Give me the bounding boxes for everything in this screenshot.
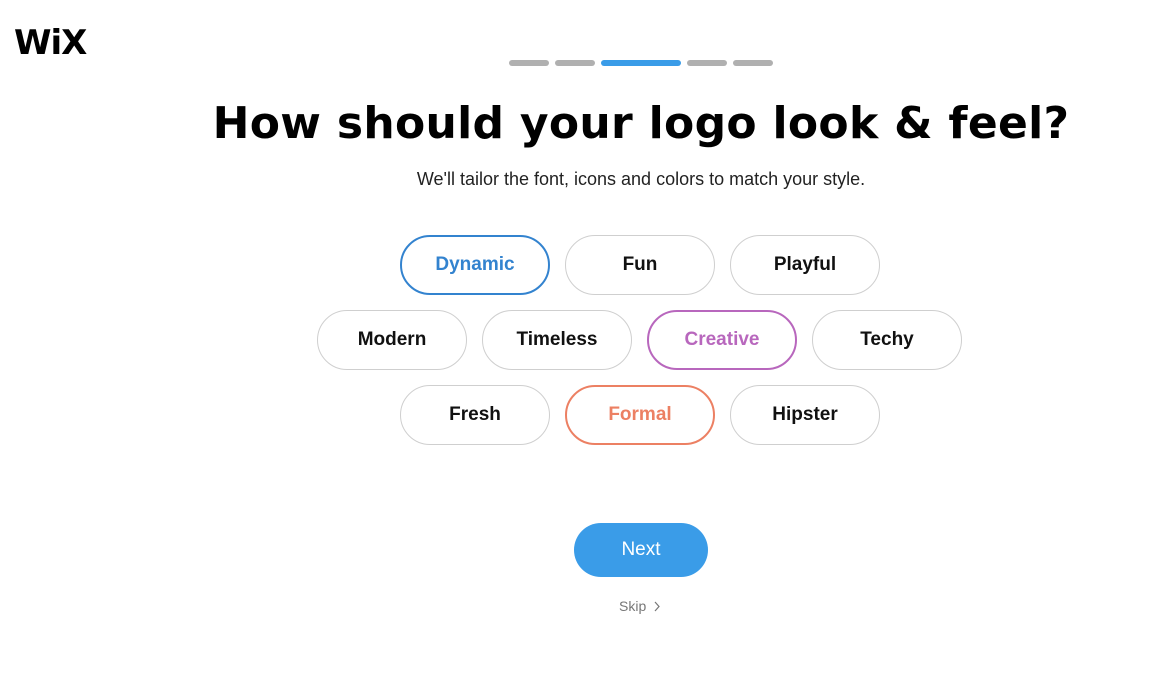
skip-link[interactable]: Skip	[619, 598, 661, 614]
option-modern[interactable]: Modern	[317, 310, 467, 370]
wix-logo: WiX	[14, 23, 87, 63]
progress-step-5	[733, 60, 773, 66]
progress-indicator	[509, 60, 773, 66]
chevron-right-icon	[654, 601, 660, 612]
next-button[interactable]: Next	[574, 523, 708, 577]
option-fun[interactable]: Fun	[565, 235, 715, 295]
progress-step-1	[509, 60, 549, 66]
skip-label: Skip	[619, 598, 647, 614]
option-playful[interactable]: Playful	[730, 235, 880, 295]
progress-step-3-current	[601, 60, 681, 66]
page-subtitle: We'll tailor the font, icons and colors …	[416, 169, 866, 189]
option-hipster[interactable]: Hipster	[730, 385, 880, 445]
option-timeless[interactable]: Timeless	[482, 310, 632, 370]
option-creative[interactable]: Creative	[647, 310, 797, 370]
option-fresh[interactable]: Fresh	[400, 385, 550, 445]
option-dynamic[interactable]: Dynamic	[400, 235, 550, 295]
option-formal[interactable]: Formal	[565, 385, 715, 445]
progress-step-2	[555, 60, 595, 66]
progress-step-4	[687, 60, 727, 66]
option-techy[interactable]: Techy	[812, 310, 962, 370]
page-title: How should your logo look & feel?	[212, 98, 1070, 149]
